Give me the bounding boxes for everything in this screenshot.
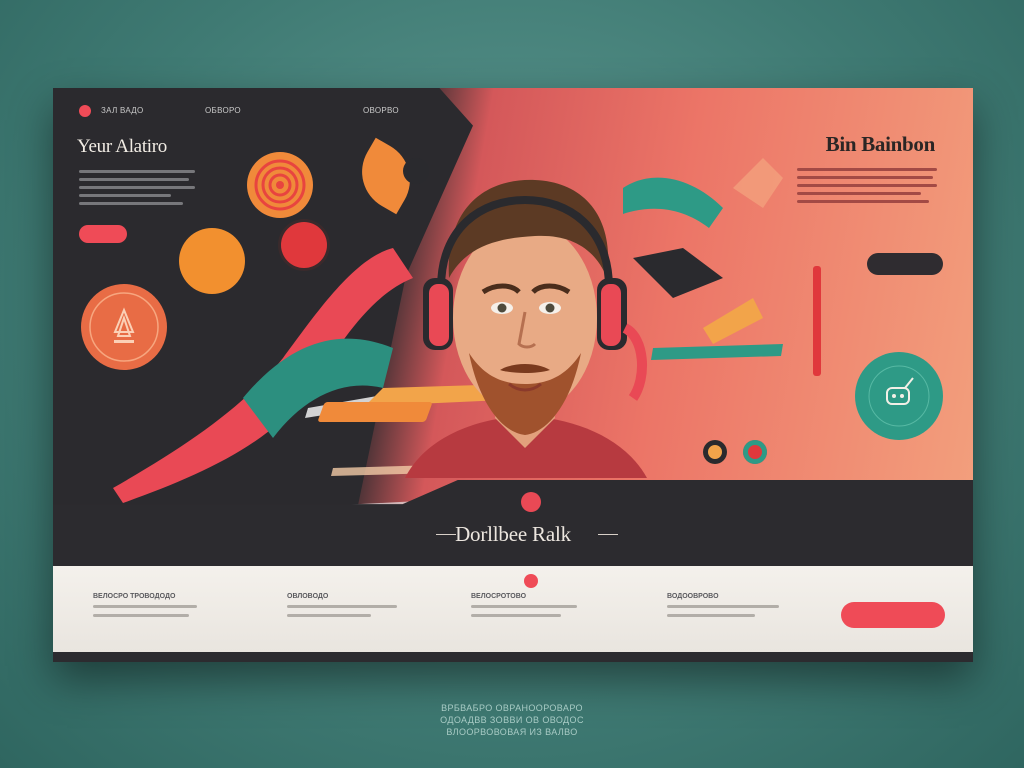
caption-line-1: ВРБВАБРО ОВРАНООРОВАРО — [441, 703, 583, 713]
footer-column-heading: ОВЛОВОДО — [287, 593, 329, 600]
nav-item-3[interactable]: ОВОРВО — [363, 106, 399, 115]
right-heading: Bin Bainbon — [825, 132, 936, 156]
footer-column-3: ВЕЛОСРОТОВО — [471, 593, 601, 623]
right-abstract-shapes — [623, 158, 783, 360]
small-orange-ring — [703, 440, 727, 464]
small-red-ring — [743, 440, 767, 464]
spiral-disc — [247, 152, 313, 218]
top-nav: ЗАЛ ВАДО ОБВОРО ОВОРВО — [79, 102, 439, 120]
footer-cta-button[interactable] — [841, 602, 945, 628]
mockup-caption: ВРБВАБРО ОВРАНООРОВАРО ОДОАДВВ ЗОВВИ ОВ … — [0, 702, 1024, 738]
caption-line-3: ВЛООРВОВОВАЯ ИЗ ВАЛВО — [446, 727, 578, 737]
nav-item-1[interactable]: ЗАЛ ВАДО — [101, 106, 144, 115]
right-cta-button[interactable] — [867, 253, 943, 275]
footer-column-1: ВЕЛОСРО ТРОВОДОДО — [93, 593, 223, 623]
nav-item-2[interactable]: ОБВОРО — [205, 106, 241, 115]
caption-line-2: ОДОАДВВ ЗОВВИ ОВ ОВОДОС — [440, 715, 584, 725]
red-pillar — [813, 266, 821, 376]
left-body-text — [79, 170, 195, 210]
website-mockup: ЗАЛ ВАДО ОБВОРО ОВОРВО Yeur Alatiro Bin … — [53, 88, 973, 662]
left-heading: Yeur Alatiro — [77, 136, 167, 157]
right-badge[interactable] — [855, 352, 943, 440]
right-body-text — [797, 168, 937, 208]
mascot-badge-icon — [868, 365, 930, 427]
footer-column-heading: ВОДООВРОВО — [667, 593, 719, 600]
footer-bottom-bar — [53, 652, 973, 662]
banner-title: Dorllbee Ralk — [455, 522, 571, 546]
logo-dot-icon[interactable] — [79, 105, 91, 117]
footer-column-2: ОВЛОВОДО — [287, 593, 417, 623]
footer-column-heading: ВЕЛОСРО ТРОВОДОДО — [93, 593, 176, 600]
banner-accent-dot — [521, 492, 541, 512]
footer-column-4: ВОДООВРОВО — [667, 593, 797, 623]
footer-accent-dot — [524, 574, 538, 588]
footer-column-heading: ВЕЛОСРОТОВО — [471, 593, 527, 600]
